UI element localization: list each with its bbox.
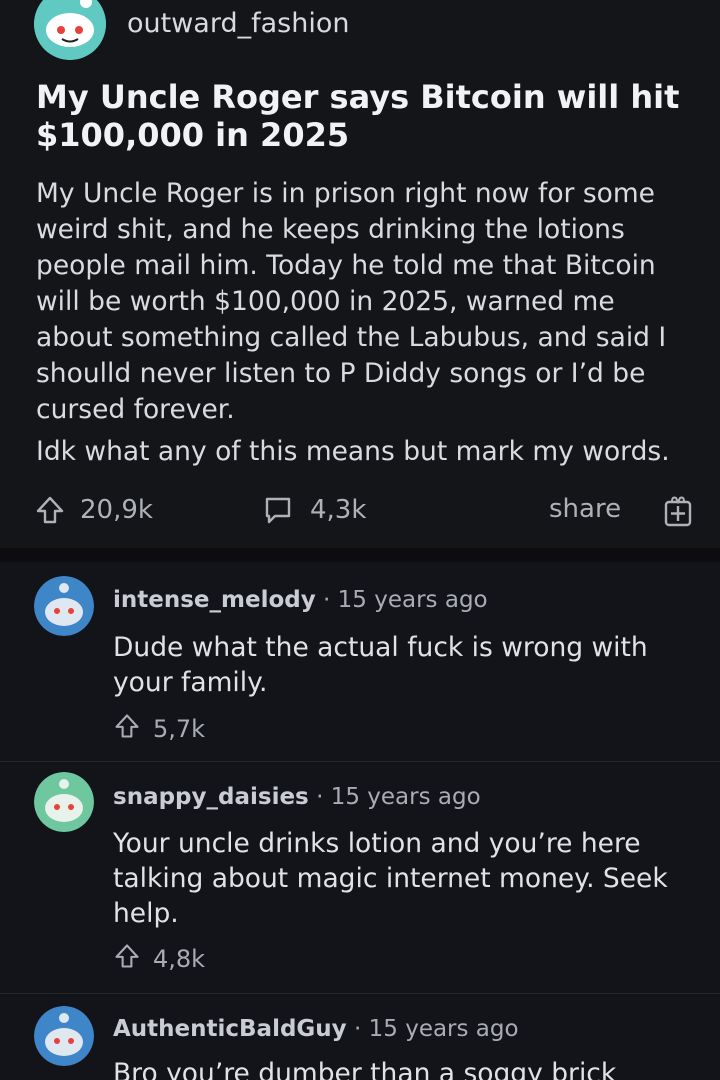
comment-upvote-button[interactable]: 5,7k xyxy=(113,712,205,746)
post-upvote-count: 20,9k xyxy=(80,495,153,525)
post-body: My Uncle Roger is in prison right now fo… xyxy=(36,178,667,425)
comment-text: Bro you’re dumber than a soggy brick xyxy=(113,1058,617,1080)
commenter-avatar[interactable] xyxy=(34,576,94,636)
share-label: share xyxy=(549,494,622,524)
post-award-button[interactable] xyxy=(662,494,694,528)
comment-timestamp: 15 years ago xyxy=(330,784,481,810)
comment-text: Dude what the actual fuck is wrong with … xyxy=(113,632,648,698)
commenter-avatar[interactable] xyxy=(34,1006,94,1066)
comment-vote-count: 5,7k xyxy=(153,715,206,743)
comment-username[interactable]: AuthenticBaldGuy xyxy=(113,1016,347,1042)
post-username[interactable]: outward_fashion xyxy=(127,8,349,39)
speech-bubble-icon xyxy=(262,494,294,526)
comment: intense_melody · 15 years ago Dude what … xyxy=(0,562,720,762)
post-title[interactable]: My Uncle Roger says Bitcoin will hit $10… xyxy=(36,78,686,154)
arrow-up-icon xyxy=(113,712,141,746)
arrow-up-icon xyxy=(34,494,66,526)
comment-meta: AuthenticBaldGuy · 15 years ago xyxy=(113,1016,519,1042)
comment: snappy_daisies · 15 years ago Your uncle… xyxy=(0,762,720,994)
post-author-avatar[interactable] xyxy=(34,0,106,60)
comment-meta: snappy_daisies · 15 years ago xyxy=(113,784,481,810)
comment-timestamp: 15 years ago xyxy=(337,587,488,613)
gift-box-icon xyxy=(662,494,694,528)
comment-upvote-button[interactable]: 4,8k xyxy=(113,942,205,976)
commenter-avatar[interactable] xyxy=(34,772,94,832)
comment-timestamp: 15 years ago xyxy=(368,1016,519,1042)
comment-meta: intense_melody · 15 years ago xyxy=(113,587,488,613)
arrow-up-icon xyxy=(113,942,141,976)
post-action-bar: 20,9k 4,3k share xyxy=(0,486,720,536)
post-upvote-button[interactable]: 20,9k xyxy=(34,494,153,526)
comment-vote-count: 4,8k xyxy=(153,945,206,973)
post-comments-button[interactable]: 4,3k xyxy=(262,494,366,526)
post-body-closing: Idk what any of this means but mark my w… xyxy=(36,436,670,467)
section-divider xyxy=(0,548,720,562)
post-comment-count: 4,3k xyxy=(310,495,367,525)
comment-username[interactable]: snappy_daisies xyxy=(113,784,309,810)
comment-text: Your uncle drinks lotion and you’re here… xyxy=(113,828,668,929)
comment: AuthenticBaldGuy · 15 years ago Bro you’… xyxy=(0,994,720,1080)
comment-username[interactable]: intense_melody xyxy=(113,587,316,613)
post-share-button[interactable]: share xyxy=(549,494,621,524)
post-card: outward_fashion My Uncle Roger says Bitc… xyxy=(0,0,720,548)
